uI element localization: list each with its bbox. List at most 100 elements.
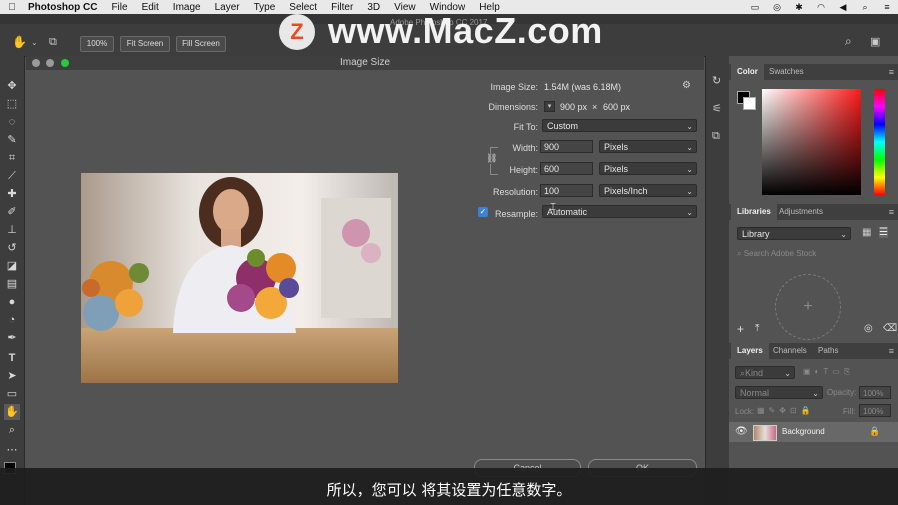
creative-cloud-icon[interactable]: ◎ bbox=[766, 2, 788, 13]
eraser-tool-icon[interactable]: ◪ bbox=[4, 258, 20, 274]
width-input[interactable]: 900 bbox=[540, 140, 593, 153]
menu-type[interactable]: Type bbox=[247, 2, 283, 13]
height-unit-value: Pixels bbox=[604, 164, 629, 174]
tab-layers[interactable]: Layers bbox=[731, 343, 769, 359]
library-select[interactable]: Library ⌄ bbox=[737, 227, 851, 240]
fit-screen-button[interactable]: Fit Screen bbox=[120, 36, 170, 52]
rectangle-tool-icon[interactable]: ▭ bbox=[4, 386, 20, 402]
history-brush-tool-icon[interactable]: ↺ bbox=[4, 240, 20, 256]
image-preview[interactable] bbox=[81, 173, 398, 383]
eye-visibility-icon[interactable]: 👁 bbox=[735, 426, 748, 437]
minimize-dot-icon[interactable] bbox=[46, 59, 54, 67]
gradient-tool-icon[interactable]: ▤ bbox=[4, 276, 20, 292]
tab-color[interactable]: Color bbox=[731, 64, 764, 80]
dimensions-times: × bbox=[592, 102, 598, 112]
height-input[interactable]: 600 bbox=[540, 162, 593, 175]
workspace-icon[interactable]: ▣ bbox=[870, 35, 880, 48]
layer-kind-filter[interactable]: ⌕Kind ⌄ bbox=[735, 366, 795, 379]
chevron-down-icon: ⌄ bbox=[784, 369, 791, 378]
scroll-all-windows-icon[interactable]: ⧉ bbox=[49, 36, 57, 49]
transform-icon[interactable]: ⧉ bbox=[712, 130, 720, 143]
more-tools-icon[interactable]: ⋯ bbox=[4, 442, 20, 458]
resolution-input[interactable]: 100 bbox=[540, 184, 593, 197]
image-size-value: 1.54M (was 6.18M) bbox=[544, 82, 622, 92]
fill-input[interactable]: 100% bbox=[859, 404, 891, 417]
hue-slider[interactable] bbox=[874, 89, 885, 195]
list-icon[interactable]: ≡ bbox=[876, 2, 898, 12]
lasso-tool-icon[interactable]: ◌ bbox=[4, 114, 20, 130]
panel-menu-icon[interactable]: ≡ bbox=[889, 64, 894, 80]
chevron-down-icon[interactable]: ⌄ bbox=[31, 38, 38, 47]
clone-stamp-tool-icon[interactable]: ⊥ bbox=[4, 222, 20, 238]
tab-swatches[interactable]: Swatches bbox=[763, 64, 810, 80]
creative-cloud-icon[interactable]: ◎ bbox=[864, 323, 873, 334]
layer-row-background[interactable]: 👁 Background 🔒 bbox=[729, 422, 898, 442]
apple-icon[interactable]:  bbox=[0, 2, 24, 13]
volume-icon[interactable]: ◀ bbox=[832, 2, 854, 13]
lock-icons[interactable]: ▦✎✥⊡🔒 bbox=[757, 406, 815, 415]
zoom-tool-icon[interactable]: ⌕ bbox=[4, 422, 20, 438]
resolution-unit-select[interactable]: Pixels/Inch ⌄ bbox=[599, 184, 697, 197]
hand-tool-icon[interactable]: ✋ bbox=[4, 404, 20, 420]
close-dot-icon[interactable] bbox=[32, 59, 40, 67]
menu-file[interactable]: File bbox=[104, 2, 134, 13]
trash-icon[interactable]: ⌫ bbox=[883, 323, 897, 334]
color-picker-field[interactable] bbox=[762, 89, 861, 195]
dodge-tool-icon[interactable]: ◔ bbox=[4, 312, 20, 328]
zoom-100-button[interactable]: 100% bbox=[80, 36, 114, 52]
tab-libraries[interactable]: Libraries bbox=[731, 204, 777, 220]
brush-tool-icon[interactable]: ✐ bbox=[4, 204, 20, 220]
menu-select[interactable]: Select bbox=[282, 2, 324, 13]
resample-select[interactable]: Automatic ⌄ bbox=[542, 205, 697, 218]
blend-mode-select[interactable]: Normal ⌄ bbox=[735, 386, 823, 399]
properties-icon[interactable]: ⚟ bbox=[712, 102, 722, 115]
pen-tool-icon[interactable]: ✒ bbox=[4, 330, 20, 346]
layer-thumbnail bbox=[753, 425, 777, 441]
menu-edit[interactable]: Edit bbox=[135, 2, 166, 13]
panel-menu-icon[interactable]: ≡ bbox=[889, 343, 894, 359]
height-unit-select[interactable]: Pixels ⌄ bbox=[599, 162, 697, 175]
fill-screen-button[interactable]: Fill Screen bbox=[176, 36, 226, 52]
type-tool-icon[interactable]: T bbox=[4, 350, 20, 366]
link-chain-icon[interactable]: ⛓ bbox=[486, 153, 497, 164]
layer-filter-icons[interactable]: ▣◐T▭⎘ bbox=[803, 367, 854, 377]
add-content-icon[interactable]: + bbox=[737, 322, 744, 336]
search-icon[interactable]: ⌕ bbox=[854, 2, 876, 13]
search-icon: ⌕ bbox=[737, 249, 744, 258]
grid-view-icon[interactable]: ▦ bbox=[862, 227, 871, 238]
tab-paths[interactable]: Paths bbox=[812, 343, 844, 359]
search-icon[interactable]: ⌕ bbox=[845, 34, 852, 49]
zoom-dot-icon[interactable] bbox=[61, 59, 69, 67]
opacity-input[interactable]: 100% bbox=[859, 386, 891, 399]
fit-to-select[interactable]: Custom ⌄ bbox=[542, 119, 697, 132]
background-color-swatch[interactable] bbox=[743, 97, 756, 110]
display-icon[interactable]: ▭ bbox=[744, 2, 766, 13]
wifi-icon[interactable]: ◠ bbox=[810, 2, 832, 13]
layer-name[interactable]: Background bbox=[782, 427, 825, 436]
marquee-tool-icon[interactable]: ⬚ bbox=[4, 96, 20, 112]
fit-to-value: Custom bbox=[547, 121, 579, 131]
history-icon[interactable]: ↻ bbox=[712, 74, 721, 87]
tab-adjustments[interactable]: Adjustments bbox=[773, 204, 829, 220]
dimensions-unit-dropdown[interactable]: ▾ bbox=[544, 101, 555, 112]
menu-layer[interactable]: Layer bbox=[208, 2, 247, 13]
menu-image[interactable]: Image bbox=[166, 2, 208, 13]
width-unit-select[interactable]: Pixels ⌄ bbox=[599, 140, 697, 153]
move-tool-icon[interactable]: ✥ bbox=[4, 78, 20, 94]
path-selection-tool-icon[interactable]: ➤ bbox=[4, 368, 20, 384]
crop-tool-icon[interactable]: ⌗ bbox=[4, 150, 20, 166]
gear-icon[interactable]: ⚙ bbox=[682, 80, 691, 91]
menu-app-name[interactable]: Photoshop CC bbox=[24, 2, 104, 13]
upload-icon[interactable]: ⤒ bbox=[755, 323, 759, 334]
healing-brush-tool-icon[interactable]: ✚ bbox=[4, 186, 20, 202]
library-add-drop-area[interactable]: + bbox=[775, 274, 841, 340]
quick-select-tool-icon[interactable]: ✎ bbox=[4, 132, 20, 148]
list-view-icon[interactable]: ☰ bbox=[879, 227, 888, 238]
bluetooth-icon[interactable]: ✱ bbox=[788, 2, 810, 13]
blur-tool-icon[interactable]: ● bbox=[4, 294, 20, 310]
tab-channels[interactable]: Channels bbox=[767, 343, 813, 359]
stock-search-field[interactable]: ⌕ Search Adobe Stock bbox=[737, 249, 892, 261]
panel-menu-icon[interactable]: ≡ bbox=[889, 204, 894, 220]
hand-tool-icon[interactable]: ✋ bbox=[12, 35, 27, 49]
eyedropper-tool-icon[interactable]: ⟋ bbox=[4, 168, 20, 184]
